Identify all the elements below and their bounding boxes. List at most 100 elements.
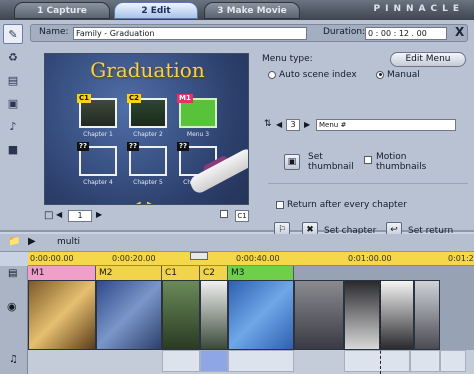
- motion-thumbnails-label: Motion thumbnails: [376, 152, 427, 172]
- page-number-field[interactable]: 1: [68, 210, 92, 222]
- playhead-handle[interactable]: [190, 252, 208, 260]
- preview-footer: □ ◀ 1 ▶ C1: [44, 208, 249, 226]
- chapter-marker-c2[interactable]: C2: [200, 266, 228, 280]
- video-clip[interactable]: [162, 280, 200, 350]
- manual-label: Manual: [387, 70, 420, 80]
- name-bar: Name: Family - Graduation Duration: 0 : …: [30, 24, 468, 42]
- auto-scene-label: Auto scene index: [279, 70, 357, 80]
- manual-radio[interactable]: [376, 70, 384, 79]
- audio-segment[interactable]: [228, 350, 294, 372]
- project-title: multi: [57, 237, 81, 247]
- tab-edit[interactable]: 2 Edit: [114, 2, 198, 19]
- motion-thumbnails-checkbox[interactable]: [364, 156, 372, 164]
- chapter-marker-c1[interactable]: C1: [162, 266, 200, 280]
- ruler-tick: 0:01:00.00: [348, 254, 392, 263]
- next-page-icon[interactable]: ▶: [96, 210, 102, 219]
- video-clip[interactable]: [200, 280, 228, 350]
- timeline-ruler[interactable]: 0:00:00.00 0:00:20.00 0:00:40.00 0:01:00…: [28, 252, 474, 266]
- menu-marker-m1[interactable]: M1: [28, 266, 96, 280]
- chapter-thumbnail[interactable]: C1: [77, 94, 117, 128]
- show-links-checkbox[interactable]: [220, 210, 228, 218]
- menu-track-icon[interactable]: ▤: [8, 268, 17, 279]
- folder-icon[interactable]: 📁: [8, 236, 20, 247]
- duration-label: Duration:: [323, 27, 366, 37]
- video-clip[interactable]: [28, 280, 96, 350]
- video-clip[interactable]: [294, 280, 344, 350]
- menu-title: Graduation: [90, 58, 205, 82]
- menu-preview[interactable]: Graduation C1 Chapter 1 C2 Chapter 2 M1 …: [44, 53, 249, 205]
- tab-capture[interactable]: 1 Capture: [14, 2, 110, 19]
- video-clip[interactable]: [96, 280, 162, 350]
- menu-chip: M1: [177, 94, 193, 103]
- video-track-icon[interactable]: ◉: [7, 300, 17, 313]
- chapter-number-field[interactable]: 3: [286, 119, 300, 131]
- ruler-tick: 0:00:20.00: [112, 254, 156, 263]
- return-after-checkbox[interactable]: [276, 200, 284, 209]
- top-tab-bar: 1 Capture 2 Edit 3 Make Movie PINNACLE: [0, 0, 474, 20]
- prev-chapter-icon[interactable]: ◀: [276, 120, 282, 129]
- transition-tool-icon[interactable]: ♻: [3, 47, 23, 67]
- set-thumbnail-button[interactable]: ▣: [284, 154, 300, 170]
- menu-nav-arrows-icon[interactable]: ◀ ▶: [133, 200, 155, 204]
- ruler-tick: 0:01:20.00: [448, 254, 474, 263]
- menu-marker-m3[interactable]: M3: [228, 266, 294, 280]
- link-badge: C1: [235, 210, 249, 222]
- title-tool-icon[interactable]: ▤: [3, 70, 23, 90]
- photo-tool-icon[interactable]: ▣: [3, 93, 23, 113]
- name-field[interactable]: Family - Graduation: [73, 27, 307, 40]
- audio-segment[interactable]: [162, 350, 200, 372]
- menu-tool-icon[interactable]: ✎: [3, 24, 23, 44]
- name-label: Name:: [39, 27, 69, 37]
- empty-thumbnail[interactable]: ??: [127, 142, 167, 176]
- audio-segment-selected[interactable]: [200, 350, 228, 372]
- audio-segment[interactable]: [344, 350, 410, 372]
- auto-scene-option[interactable]: Auto scene index: [268, 70, 357, 80]
- page-icon: □: [44, 210, 54, 221]
- timeline-tracks: ▤ ◉ ♫ M1 M2 C1 C2 M3: [0, 266, 474, 374]
- audio-segment[interactable]: [410, 350, 440, 372]
- manual-option[interactable]: Manual: [376, 70, 420, 80]
- close-button[interactable]: X: [455, 25, 464, 39]
- next-chapter-icon[interactable]: ▶: [304, 120, 310, 129]
- edit-menu-button[interactable]: Edit Menu: [390, 52, 466, 67]
- auto-scene-radio[interactable]: [268, 70, 276, 79]
- unlinked-chip: ??: [77, 142, 90, 151]
- set-thumbnail-label: Set thumbnail: [308, 152, 354, 172]
- video-clip[interactable]: [228, 280, 294, 350]
- chapter-chip: C2: [127, 94, 142, 103]
- menu-thumbnail[interactable]: M1: [177, 94, 217, 128]
- audio-segment[interactable]: [440, 350, 466, 372]
- audio-track: [28, 350, 474, 374]
- menu-marker-m2[interactable]: M2: [96, 266, 162, 280]
- timeline-header: 📁 ▶ multi: [0, 234, 474, 252]
- return-after-label: Return after every chapter: [287, 200, 407, 210]
- chapter-chip: C1: [77, 94, 92, 103]
- prev-page-icon[interactable]: ◀: [56, 210, 62, 219]
- menu-link-field[interactable]: Menu #: [316, 119, 456, 131]
- menu-type-label: Menu type:: [262, 54, 313, 64]
- audio-track-icon[interactable]: ♫: [9, 354, 18, 365]
- unlinked-chip: ??: [177, 142, 190, 151]
- album-panel: ✎ ♻ ▤ ▣ ♪ ■ Name: Family - Graduation Du…: [0, 20, 474, 238]
- video-clip[interactable]: [380, 280, 414, 350]
- duration-field[interactable]: 0 : 00 : 12 . 00: [365, 27, 447, 40]
- audio-tool-icon[interactable]: ♪: [3, 116, 23, 136]
- thumbnail-label: Menu 3: [186, 131, 210, 138]
- tool-column: ✎ ♻ ▤ ▣ ♪ ■: [3, 24, 25, 162]
- divider: [268, 183, 468, 184]
- track-headers: ▤ ◉ ♫: [0, 266, 28, 374]
- video-clip[interactable]: [344, 280, 380, 350]
- camera-icon: ▶: [28, 236, 36, 247]
- return-after-option[interactable]: Return after every chapter: [276, 200, 407, 210]
- brand-logo: PINNACLE: [373, 4, 464, 14]
- chapter-thumbnail[interactable]: C2: [127, 94, 167, 128]
- unlinked-chip: ??: [127, 142, 140, 151]
- effect-tool-icon[interactable]: ■: [3, 139, 23, 159]
- tab-make-movie[interactable]: 3 Make Movie: [204, 2, 300, 19]
- menu-chapter-track: M1 M2 C1 C2 M3: [28, 266, 474, 280]
- empty-thumbnail[interactable]: ??: [77, 142, 117, 176]
- link-icon: ⇅: [264, 119, 272, 129]
- ruler-tick: 0:00:00.00: [30, 254, 74, 263]
- edit-line: [380, 280, 381, 374]
- video-clip[interactable]: [414, 280, 440, 350]
